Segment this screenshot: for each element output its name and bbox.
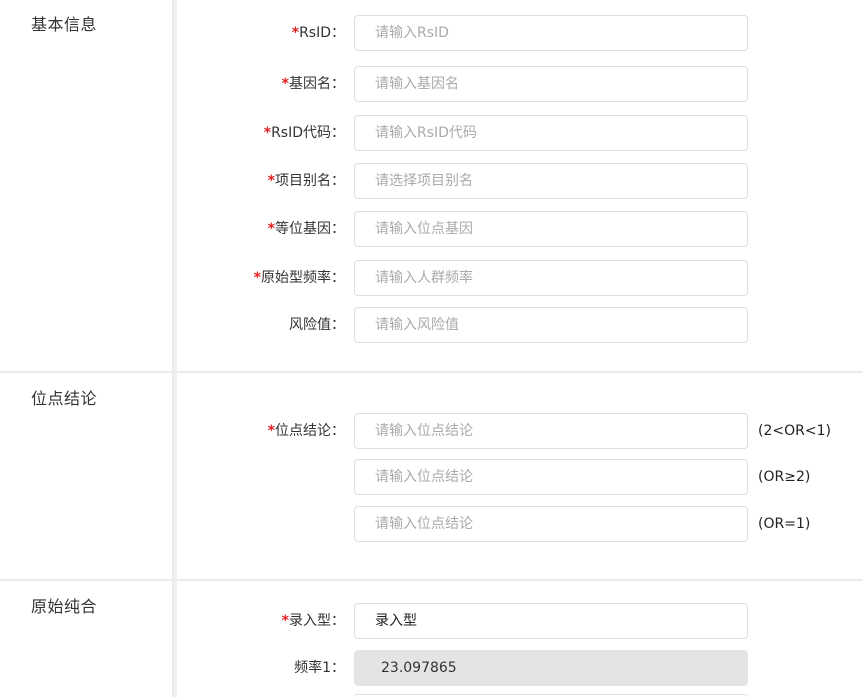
rsid-code-input[interactable]: 请输入RsID代码 [354,115,748,151]
conclusion-input-1[interactable]: 请输入位点结论 [354,413,748,449]
field-label-risk-value: 风险值： [289,317,345,333]
risk-value-input[interactable]: 请输入风险值 [354,307,748,343]
section-title-conclusion: 位点结论 [31,389,98,408]
project-alias-select[interactable]: 请选择项目别名 [354,163,748,199]
required-mark: * [267,423,275,439]
field-label-gene-name: *基因名： [281,76,345,92]
field-row-original-frequency: *原始型频率： 请输入人群频率 [177,260,863,296]
section-divider [0,371,863,373]
field-label-rsid-code: *RsID代码： [263,125,345,141]
conclusion-input-2[interactable]: 请输入位点结论 [354,459,748,495]
conclusion-suffix-2: (OR≥2) [758,469,811,485]
conclusion-row-1: *位点结论： 请输入位点结论 (2<OR<1) [177,413,863,449]
field-row-frequency-1: 频率1： 23.097865 [177,650,863,686]
required-mark: * [291,25,300,41]
field-row-risk-value: 风险值： 请输入风险值 [177,307,863,343]
conclusion-row-2: 请输入位点结论 (OR≥2) [177,459,863,495]
section-title-pure: 原始纯合 [31,597,98,616]
gene-name-input[interactable]: 请输入基因名 [354,66,748,102]
field-label-original-frequency: *原始型频率： [253,270,345,286]
conclusion-suffix-3: (OR=1) [758,516,811,532]
conclusion-row-3: 请输入位点结论 (OR=1) [177,506,863,542]
field-label-frequency-1: 频率1： [294,660,345,676]
conclusion-input-3[interactable]: 请输入位点结论 [354,506,748,542]
entry-type-input[interactable]: 录入型 [354,603,748,639]
rsid-input[interactable]: 请输入RsID [354,15,748,51]
field-label-allele: *等位基因： [267,221,345,237]
required-mark: * [281,613,289,629]
field-label-conclusion: *位点结论： [267,423,345,439]
field-row-entry-type: *录入型： 录入型 [177,603,863,639]
conclusion-suffix-1: (2<OR<1) [758,423,831,439]
allele-input[interactable]: 请输入位点基因 [354,211,748,247]
required-mark: * [263,125,272,141]
field-row-gene-name: *基因名： 请输入基因名 [177,66,863,102]
vertical-divider [172,0,177,697]
required-mark: * [267,221,275,237]
field-label-rsid: *RsID： [291,25,345,41]
field-row-allele: *等位基因： 请输入位点基因 [177,211,863,247]
section-divider [0,579,863,581]
form-page: 基本信息 *RsID： 请输入RsID *基因名： 请输入基因名 *RsID代码… [0,0,863,697]
field-row-rsid-code: *RsID代码： 请输入RsID代码 [177,115,863,151]
field-label-project-alias: *项目别名： [267,173,345,189]
required-mark: * [253,270,261,286]
original-frequency-input[interactable]: 请输入人群频率 [354,260,748,296]
field-label-entry-type: *录入型： [281,613,345,629]
required-mark: * [281,76,289,92]
frequency-1-input: 23.097865 [354,650,748,686]
field-row-rsid: *RsID： 请输入RsID [177,15,863,51]
required-mark: * [267,173,275,189]
field-row-project-alias: *项目别名： 请选择项目别名 [177,163,863,199]
section-title-basic: 基本信息 [31,15,98,34]
